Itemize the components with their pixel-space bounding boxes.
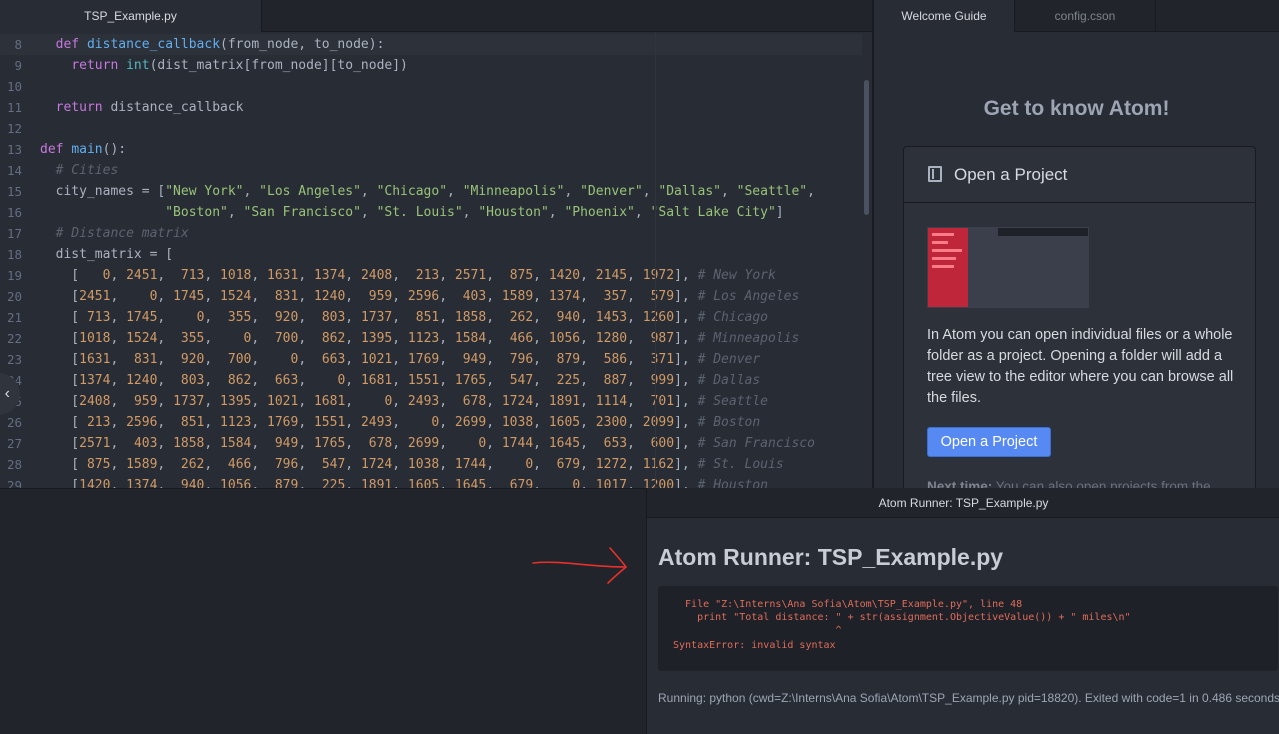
code-line[interactable]: 22 [1018, 1524, 355, 0, 700, 862, 1395, … <box>0 328 862 349</box>
line-number: 11 <box>6 100 22 115</box>
runner-status: Running: python (cwd=Z:\Interns\Ana Sofi… <box>658 691 1279 705</box>
code-text: [ 213, 2596, 851, 1123, 1769, 1551, 2493… <box>40 415 761 430</box>
code-text: [ 713, 1745, 0, 355, 920, 803, 1737, 851… <box>40 310 769 325</box>
book-icon <box>928 166 942 182</box>
card-description: In Atom you can open individual files or… <box>927 327 1234 406</box>
card-title: Open a Project <box>954 165 1068 184</box>
line-number: 17 <box>6 226 22 241</box>
code-line[interactable]: 9 return int(dist_matrix[from_node][to_n… <box>0 55 862 76</box>
line-number: 16 <box>6 205 22 220</box>
welcome-pane: Welcome Guide config.cson Get to know At… <box>874 0 1279 488</box>
tab-config-cson[interactable]: config.cson <box>1015 0 1156 32</box>
line-number: 14 <box>6 163 22 178</box>
output-line: File "Z:\Interns\Ana Sofia\Atom\TSP_Exam… <box>673 599 1023 610</box>
code-line[interactable]: 16 "Boston", "San Francisco", "St. Louis… <box>0 202 862 223</box>
line-number: 27 <box>6 436 22 451</box>
output-line: print "Total distance: " + str(assignmen… <box>673 612 1131 623</box>
code-text: # Cities <box>55 163 119 178</box>
project-illustration <box>927 227 1089 308</box>
atom-runner-pane: Atom Runner: TSP_Example.py Atom Runner:… <box>646 488 1279 734</box>
code-line[interactable]: 17 # Distance matrix <box>0 223 862 244</box>
tab-atom-runner[interactable]: Atom Runner: TSP_Example.py <box>647 488 1279 518</box>
line-number: 15 <box>6 184 22 199</box>
next-time-label: Next time: <box>927 479 993 488</box>
output-line: SyntaxError: invalid syntax <box>673 640 836 651</box>
open-project-button[interactable]: Open a Project <box>927 427 1051 457</box>
code-line[interactable]: 10 <box>0 76 862 97</box>
line-number: 22 <box>6 331 22 346</box>
line-number: 23 <box>6 352 22 367</box>
code-text: "Boston", "San Francisco", "St. Louis", … <box>165 205 784 220</box>
code-line[interactable]: 25 [2408, 959, 1737, 1395, 1021, 1681, 0… <box>0 391 862 412</box>
code-line[interactable]: 13 def main(): <box>0 139 862 160</box>
hand-drawn-arrow-icon <box>532 547 628 584</box>
code-line[interactable]: 20 [2451, 0, 1745, 1524, 831, 1240, 959,… <box>0 286 862 307</box>
code-text: # Distance matrix <box>55 226 189 241</box>
code-text: [2451, 0, 1745, 1524, 831, 1240, 959, 25… <box>40 289 800 304</box>
code-line[interactable]: 15 city_names = ["New York", "Los Angele… <box>0 181 862 202</box>
line-number: 8 <box>14 37 22 52</box>
code-text: [ 875, 1589, 262, 466, 796, 547, 1724, 1… <box>40 457 784 472</box>
line-number: 26 <box>6 415 22 430</box>
atom-window: TSP_Example.py 8 def distance_callback(f… <box>0 0 1279 734</box>
welcome-tab-bar: Welcome Guide config.cson <box>874 0 1279 32</box>
open-project-card: Open a Project In Atom you can open indi… <box>903 146 1256 488</box>
line-number: 21 <box>6 310 22 325</box>
code-text: [1420, 1374, 940, 1056, 879, 225, 1891, … <box>40 478 769 488</box>
code-line[interactable]: 8 def distance_callback(from_node, to_no… <box>0 34 862 55</box>
code-text: return distance_callback <box>55 100 244 115</box>
code-text: return int(dist_matrix[from_node][to_nod… <box>71 58 408 73</box>
code-line[interactable]: 19 [ 0, 2451, 713, 1018, 1631, 1374, 240… <box>0 265 862 286</box>
output-line: ^ <box>673 625 842 636</box>
code-text: def main(): <box>40 142 127 157</box>
line-number: 9 <box>14 58 22 73</box>
line-number: 20 <box>6 289 22 304</box>
line-number: 10 <box>6 79 22 94</box>
code-line[interactable]: 24 [1374, 1240, 803, 862, 663, 0, 1681, … <box>0 370 862 391</box>
line-number: 19 <box>6 268 22 283</box>
wrap-guide <box>655 32 656 488</box>
next-time-body: You can also open projects from the <box>992 479 1211 488</box>
code-text: [1018, 1524, 355, 0, 700, 862, 1395, 112… <box>40 331 800 346</box>
code-editor[interactable]: 8 def distance_callback(from_node, to_no… <box>0 32 872 488</box>
code-line[interactable]: 12 <box>0 118 862 139</box>
code-line[interactable]: 14 # Cities <box>0 160 862 181</box>
tab-tsp-example[interactable]: TSP_Example.py <box>0 0 262 32</box>
code-line[interactable]: 23 [1631, 831, 920, 700, 0, 663, 1021, 1… <box>0 349 862 370</box>
code-line[interactable]: 26 [ 213, 2596, 851, 1123, 1769, 1551, 2… <box>0 412 862 433</box>
code-text: city_names = ["New York", "Los Angeles",… <box>40 184 815 199</box>
code-line[interactable]: 27 [2571, 403, 1858, 1584, 949, 1765, 67… <box>0 433 862 454</box>
code-text: [1374, 1240, 803, 862, 663, 0, 1681, 155… <box>40 373 761 388</box>
code-text: dist_matrix = [ <box>40 247 174 262</box>
next-time-text: Next time: You can also open projects fr… <box>927 479 1237 488</box>
bottom-dock-empty <box>0 488 646 734</box>
editor-scrollbar[interactable] <box>864 80 869 215</box>
tab-welcome-guide[interactable]: Welcome Guide <box>874 0 1015 32</box>
code-text: [2571, 403, 1858, 1584, 949, 1765, 678, … <box>40 436 815 451</box>
code-line[interactable]: 18 dist_matrix = [ <box>0 244 862 265</box>
code-line[interactable]: 21 [ 713, 1745, 0, 355, 920, 803, 1737, … <box>0 307 862 328</box>
runner-heading: Atom Runner: TSP_Example.py <box>658 544 1004 570</box>
line-number: 18 <box>6 247 22 262</box>
line-number: 13 <box>6 142 22 157</box>
code-text: [ 0, 2451, 713, 1018, 1631, 1374, 2408, … <box>40 268 776 283</box>
card-header[interactable]: Open a Project <box>904 147 1255 203</box>
runner-output: File "Z:\Interns\Ana Sofia\Atom\TSP_Exam… <box>658 586 1278 671</box>
editor-pane: TSP_Example.py 8 def distance_callback(f… <box>0 0 872 488</box>
code-line[interactable]: 28 [ 875, 1589, 262, 466, 796, 547, 1724… <box>0 454 862 475</box>
line-number: 12 <box>6 121 22 136</box>
code-text: [1631, 831, 920, 700, 0, 663, 1021, 1769… <box>40 352 761 367</box>
code-line[interactable]: 11 return distance_callback <box>0 97 862 118</box>
code-text: def distance_callback(from_node, to_node… <box>55 37 385 52</box>
welcome-title: Get to know Atom! <box>983 97 1170 120</box>
line-number: 28 <box>6 457 22 472</box>
line-number: 29 <box>6 478 22 488</box>
editor-tab-bar: TSP_Example.py <box>0 0 872 32</box>
code-text: [2408, 959, 1737, 1395, 1021, 1681, 0, 2… <box>40 394 769 409</box>
code-line[interactable]: 29 [1420, 1374, 940, 1056, 879, 225, 189… <box>0 475 862 488</box>
